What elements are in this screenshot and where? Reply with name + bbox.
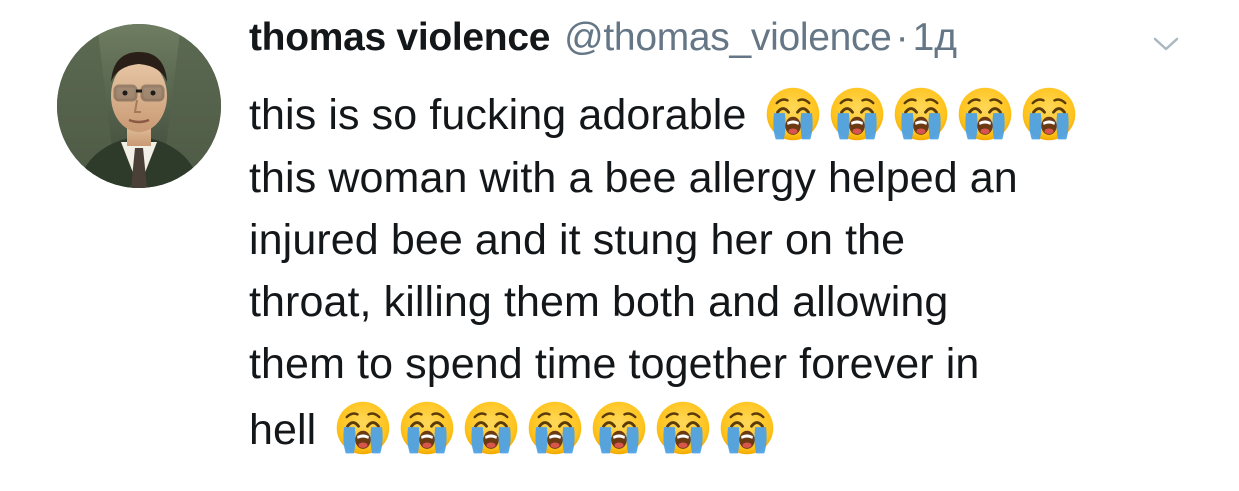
- loudly-crying-face-emoji: [956, 85, 1014, 143]
- tweet-text: this is so fucking adorable this woman w…: [249, 84, 1209, 461]
- tweet-text-line-4: throat, killing them both and allowing: [249, 277, 949, 326]
- loudly-crying-face-emoji: [398, 399, 456, 457]
- loudly-crying-face-emoji: [526, 399, 584, 457]
- tweet-header: thomas violence @thomas_violence · 1д: [249, 16, 1209, 72]
- tweet-text-segment: hell: [249, 405, 317, 454]
- tweet-content: thomas violence @thomas_violence · 1д th…: [249, 16, 1209, 461]
- separator-dot: ·: [895, 16, 909, 59]
- chevron-down-icon[interactable]: [1153, 36, 1179, 52]
- loudly-crying-face-emoji: [764, 85, 822, 143]
- avatar[interactable]: [57, 24, 221, 188]
- loudly-crying-face-emoji: [334, 399, 392, 457]
- emoji-group: [334, 399, 782, 457]
- loudly-crying-face-emoji: [462, 399, 520, 457]
- tweet-text-segment: this is so fucking adorable: [249, 91, 747, 139]
- emoji-group: [764, 85, 1084, 143]
- avatar-image: [57, 24, 221, 188]
- tweet-text-line-6: hell: [249, 399, 1209, 462]
- user-handle[interactable]: @thomas_violence: [564, 16, 892, 60]
- loudly-crying-face-emoji: [1020, 85, 1078, 143]
- tweet-text-line-5: them to spend time together forever in: [249, 339, 980, 388]
- tweet-text-line-3: injured bee and it stung her on the: [249, 215, 906, 264]
- display-name[interactable]: thomas violence: [249, 16, 550, 60]
- tweet-timestamp[interactable]: 1д: [913, 16, 957, 60]
- tweet-text-line-1: this is so fucking adorable: [249, 84, 1209, 147]
- tweet-text-line-2: this woman with a bee allergy helped an: [249, 153, 1018, 202]
- loudly-crying-face-emoji: [718, 399, 776, 457]
- loudly-crying-face-emoji: [828, 85, 886, 143]
- loudly-crying-face-emoji: [654, 399, 712, 457]
- loudly-crying-face-emoji: [590, 399, 648, 457]
- loudly-crying-face-emoji: [892, 85, 950, 143]
- tweet-card: thomas violence @thomas_violence · 1д th…: [0, 0, 1239, 491]
